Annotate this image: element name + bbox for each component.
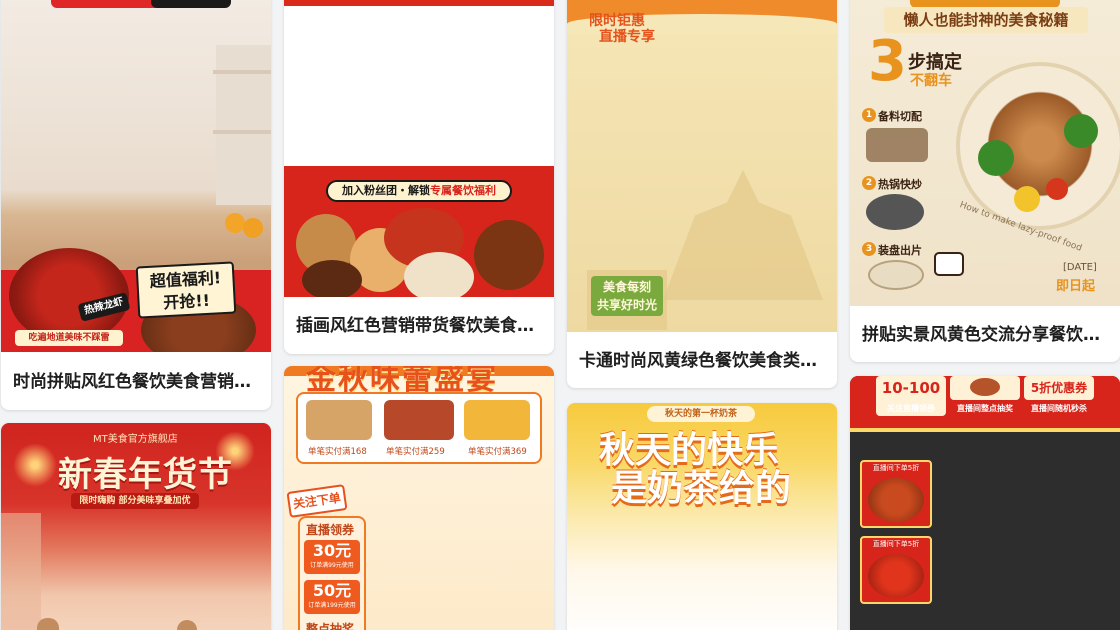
coupon-value: 50元 [312, 581, 352, 600]
sign-line: 美食每刻 [602, 280, 651, 294]
promo-banner: 加入粉丝团・解锁专属餐饮福利 [326, 180, 512, 202]
tag-label: 秋天的第一杯奶茶 [647, 406, 755, 422]
product-tag: 直播间下单5折 [872, 540, 920, 548]
offer-small: 关注直播领券 [887, 404, 935, 413]
deal-label: 单笔实付满168 [308, 447, 367, 457]
headline-line: 是奶茶给的 [611, 468, 792, 509]
bottom-label: 整点抽奖 [306, 622, 355, 630]
sign-board: 美食每刻 共享好时光 [591, 276, 663, 316]
offer-box: 直播间整点抽奖 [950, 376, 1020, 413]
recipe-headline: 懒人也能封神的美食秘籍 [884, 7, 1088, 33]
date-sub: 即日起 [1056, 279, 1096, 294]
template-card[interactable]: 10-100 关注直播领券 直播间整点抽奖 5折优惠券 直播间随机秒杀 直播间下… [850, 376, 1120, 630]
headline: 新春年货节 [58, 455, 233, 495]
template-title[interactable]: 卡通时尚风黄绿色餐饮美食类… [579, 346, 825, 371]
template-card[interactable]: 秋天的第一杯奶茶 秋天的快乐 是奶茶给的 [567, 403, 837, 630]
template-title[interactable]: 插画风红色营销带货餐饮美食… [296, 311, 542, 336]
top-text: 直播专享 [599, 29, 655, 45]
date-label: [DATE] [1063, 262, 1097, 273]
product-tile: 直播间下单5折 [860, 536, 932, 604]
template-thumbnail[interactable]: 超值福利! 开抢!! 热辣龙虾 吃遍地道美味不踩雷 [1, 0, 271, 352]
banner-highlight: 专属餐饮福利 [430, 184, 496, 197]
template-card[interactable]: 金秋味蕾盛宴 单笔实付满168 单笔实付满259 单笔实付满369 关注下单 直… [284, 366, 554, 630]
offer-box: 5折优惠券 直播间随机秒杀 [1024, 376, 1094, 413]
product-tag: 直播间下单5折 [872, 464, 920, 472]
template-thumbnail[interactable]: 懒人也能封神的美食秘籍 3 步搞定 不翻车 1 备料切配 2 热锅快炒 3 装盘… [850, 0, 1120, 306]
offer-small: 直播间整点抽奖 [957, 404, 1013, 413]
template-title[interactable]: 时尚拼贴风红色餐饮美食营销… [13, 367, 259, 392]
coupon: 50元 订单满199元使用 [304, 580, 360, 614]
follow-tag: 关注下单 [286, 484, 348, 518]
gallery-column-2: 加入粉丝团・解锁专属餐饮福利 插画风红色营销带货餐饮美食… 金秋味蕾盛宴 单笔实 [284, 0, 554, 630]
offer-big: 5折优惠券 [1030, 381, 1088, 395]
big-number: 3 [868, 29, 907, 94]
step-number: 2 [862, 176, 876, 190]
offer-big: 10-100 [881, 379, 941, 397]
sign-line: 共享好时光 [596, 298, 657, 312]
template-title[interactable]: 拼贴实景风黄色交流分享餐饮… [862, 320, 1108, 345]
step-label: 热锅快炒 [878, 178, 922, 191]
product-tile: 直播间下单5折 [860, 460, 932, 528]
camera-icon [934, 252, 964, 276]
template-card[interactable]: MT美食官方旗舰店 新春年货节 限时嗨购 部分美味享叠加优 [1, 423, 271, 630]
template-card[interactable]: 超值福利! 开抢!! 热辣龙虾 吃遍地道美味不踩雷 时尚拼贴风红色餐饮美食营销… [1, 0, 271, 410]
template-card[interactable]: 加入粉丝团・解锁专属餐饮福利 插画风红色营销带货餐饮美食… [284, 0, 554, 354]
step-number: 1 [862, 108, 876, 122]
step-label: 备料切配 [878, 110, 922, 123]
template-thumbnail[interactable]: 限时钜惠 直播专享 美食每刻 共享好时光 [567, 0, 837, 332]
live-label: 直播领券 [306, 523, 355, 537]
template-thumbnail[interactable]: 10-100 关注直播领券 直播间整点抽奖 5折优惠券 直播间随机秒杀 直播间下… [850, 376, 1120, 630]
coupon-note: 订单满199元使用 [308, 602, 356, 609]
step-label: 装盘出片 [878, 244, 922, 257]
template-thumbnail[interactable]: MT美食官方旗舰店 新春年货节 限时嗨购 部分美味享叠加优 [1, 423, 271, 630]
template-card[interactable]: 懒人也能封神的美食秘籍 3 步搞定 不翻车 1 备料切配 2 热锅快炒 3 装盘… [850, 0, 1120, 362]
deal-label: 单笔实付满369 [468, 447, 527, 457]
promo-badge: 超值福利! 开抢!! [135, 261, 237, 319]
shop-label: MT美食官方旗舰店 [93, 434, 178, 445]
template-gallery-grid: 超值福利! 开抢!! 热辣龙虾 吃遍地道美味不踩雷 时尚拼贴风红色餐饮美食营销…… [0, 0, 1120, 630]
gallery-column-1: 超值福利! 开抢!! 热辣龙虾 吃遍地道美味不踩雷 时尚拼贴风红色餐饮美食营销…… [1, 0, 271, 630]
coupon-value: 30元 [312, 541, 352, 560]
template-thumbnail[interactable]: 加入粉丝团・解锁专属餐饮福利 [284, 0, 554, 297]
step-number: 3 [862, 242, 876, 256]
offer-box: 10-100 关注直播领券 [876, 376, 946, 416]
gallery-column-4: 懒人也能封神的美食秘籍 3 步搞定 不翻车 1 备料切配 2 热锅快炒 3 装盘… [850, 0, 1120, 630]
template-card[interactable]: 限时钜惠 直播专享 美食每刻 共享好时光 卡通时尚风黄绿色餐饮美食类… [567, 0, 837, 388]
banner-text: 加入粉丝团・解锁 [342, 184, 430, 197]
coupon: 30元 订单满99元使用 [304, 540, 360, 574]
template-thumbnail[interactable]: 金秋味蕾盛宴 单笔实付满168 单笔实付满259 单笔实付满369 关注下单 直… [284, 366, 554, 630]
offer-small: 直播间随机秒杀 [1031, 404, 1087, 413]
sub-text: 不翻车 [910, 73, 952, 89]
coupon-note: 订单满99元使用 [310, 562, 354, 569]
template-thumbnail[interactable]: 秋天的第一杯奶茶 秋天的快乐 是奶茶给的 [567, 403, 837, 630]
strip-label: 吃遍地道美味不踩雷 [15, 330, 123, 346]
deal-label: 单笔实付满259 [386, 447, 445, 457]
subline: 限时嗨购 部分美味享叠加优 [71, 493, 199, 509]
gallery-column-3: 限时钜惠 直播专享 美食每刻 共享好时光 卡通时尚风黄绿色餐饮美食类… 秋天的第… [567, 0, 837, 630]
